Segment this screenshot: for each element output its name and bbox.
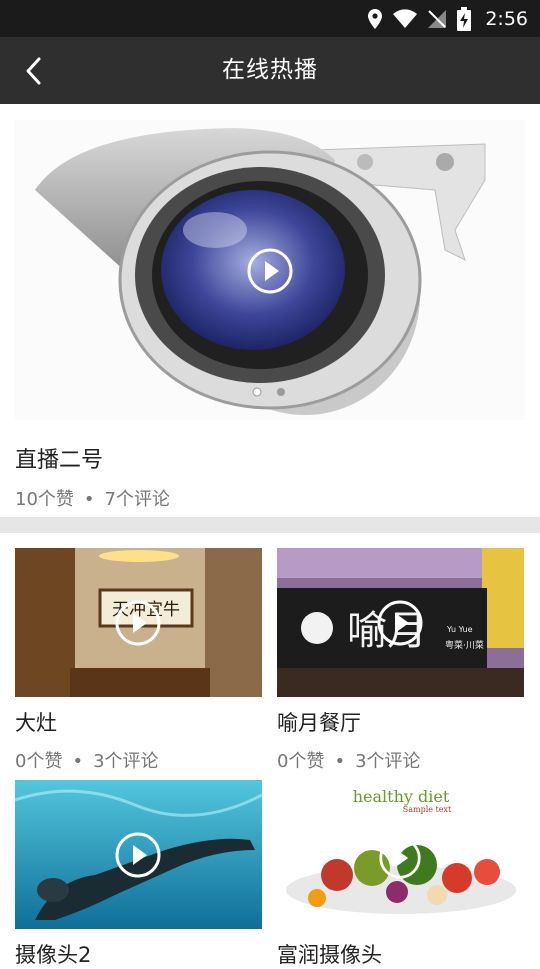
- stats-separator: •: [334, 751, 346, 772]
- play-icon[interactable]: [114, 599, 162, 647]
- play-icon[interactable]: [378, 836, 422, 880]
- wifi-icon: [393, 8, 418, 28]
- video-title: 大灶: [15, 711, 57, 735]
- video-title: 富润摄像头: [277, 943, 382, 967]
- video-stats: 0个赞 • 3个评论: [15, 747, 262, 773]
- play-icon[interactable]: [376, 599, 424, 647]
- thumbnail-headline: healthy diet: [353, 787, 450, 806]
- video-thumbnail: 喻月 Yu Yue 粤菜·川菜: [277, 548, 524, 697]
- play-icon[interactable]: [114, 831, 162, 879]
- section-divider: [0, 517, 540, 533]
- video-card[interactable]: 喻月 Yu Yue 粤菜·川菜 喻月餐厅 0个赞 • 3个评论: [277, 548, 524, 773]
- video-thumbnail: [15, 780, 262, 929]
- video-card[interactable]: healthy diet Sample text 富润摄像头: [277, 780, 524, 969]
- video-title: 喻月餐厅: [277, 711, 361, 735]
- sign-small-text: Yu Yue: [446, 625, 473, 634]
- status-bar: 2:56: [0, 0, 540, 37]
- video-card[interactable]: 天冲宜牛 大灶 0个赞 • 3个评论: [15, 548, 262, 773]
- likes-count: 0个赞: [277, 751, 325, 772]
- video-card[interactable]: 摄像头2: [15, 780, 262, 969]
- stats-separator: •: [72, 751, 84, 772]
- comments-count: 3个评论: [355, 751, 421, 772]
- video-stats: 0个赞 • 3个评论: [277, 747, 524, 773]
- page-title: 在线热播: [222, 57, 318, 83]
- comments-count: 3个评论: [93, 751, 159, 772]
- sign-sub-text: 粤菜·川菜: [445, 639, 484, 651]
- likes-count: 10个赞: [15, 489, 74, 510]
- featured-title: 直播二号: [15, 448, 104, 473]
- no-signal-icon: [428, 9, 447, 28]
- status-time: 2:56: [485, 7, 528, 30]
- battery-charging-icon: [457, 6, 472, 31]
- play-icon[interactable]: [246, 247, 294, 295]
- app-bar: 在线热播: [0, 37, 540, 104]
- thumbnail-subline: Sample text: [403, 805, 452, 814]
- featured-video[interactable]: [15, 120, 525, 420]
- featured-stats: 10个赞 • 7个评论: [15, 485, 170, 511]
- stats-separator: •: [83, 489, 95, 510]
- video-title: 摄像头2: [15, 943, 92, 967]
- video-thumbnail: healthy diet Sample text: [277, 780, 524, 929]
- status-icons: 2:56: [367, 0, 528, 37]
- location-icon: [368, 8, 383, 29]
- likes-count: 0个赞: [15, 751, 63, 772]
- comments-count: 7个评论: [104, 489, 170, 510]
- video-thumbnail: 天冲宜牛: [15, 548, 262, 697]
